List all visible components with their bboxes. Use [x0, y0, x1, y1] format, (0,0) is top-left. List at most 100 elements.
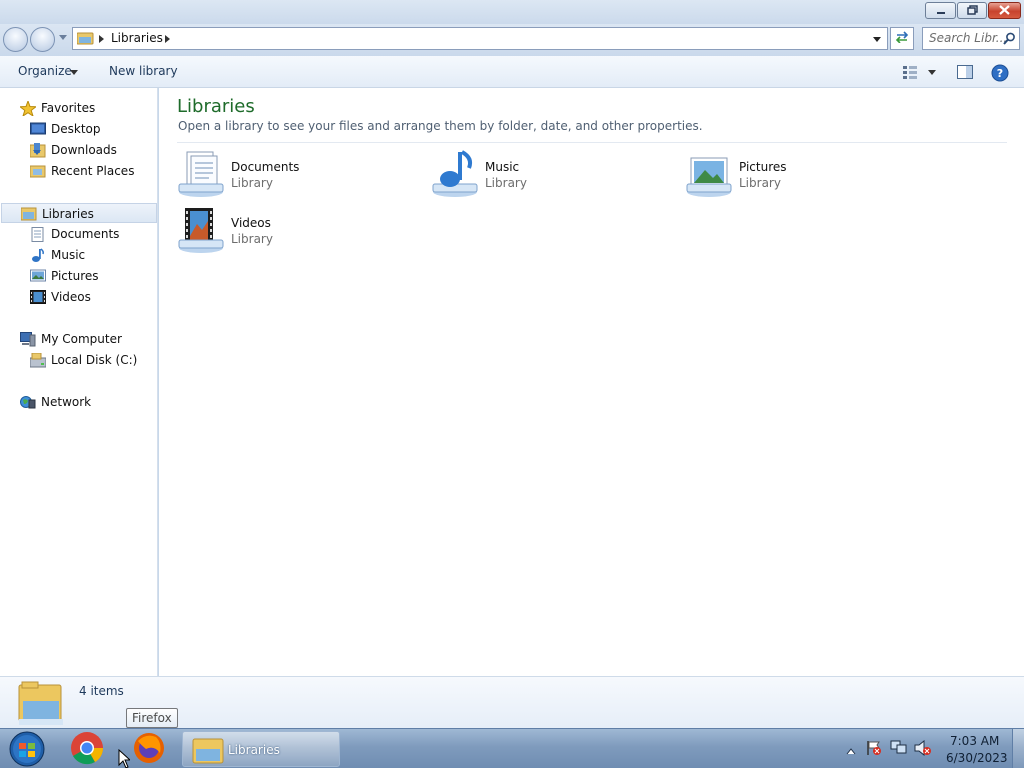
search-icon[interactable] — [1003, 32, 1016, 48]
recent-places-icon — [29, 164, 46, 181]
sidebar-label: My Computer — [41, 332, 122, 346]
svg-text:?: ? — [997, 67, 1003, 80]
pictures-icon — [30, 269, 46, 286]
sidebar-label: Favorites — [41, 101, 96, 115]
videos-library-icon — [177, 206, 225, 254]
close-icon — [999, 4, 1010, 18]
sidebar-label: Videos — [51, 290, 91, 304]
breadcrumb-libraries[interactable]: Libraries — [111, 31, 163, 45]
address-history-dropdown-icon[interactable] — [873, 37, 881, 42]
organize-button[interactable]: Organize — [18, 64, 72, 78]
start-button[interactable] — [8, 730, 46, 768]
sidebar-label: Desktop — [51, 122, 101, 136]
preview-pane-icon[interactable] — [957, 65, 973, 82]
sidebar-item-music[interactable]: Music — [0, 245, 158, 265]
sidebar-label: Network — [41, 395, 92, 409]
sidebar-item-favorites[interactable]: Favorites — [0, 98, 158, 118]
title-bar — [0, 0, 1024, 24]
music-library-icon — [431, 150, 479, 198]
libraries-folder-icon — [76, 31, 94, 45]
network-status-icon[interactable] — [890, 740, 908, 759]
library-tile-music[interactable]: Music Library — [431, 150, 651, 204]
chrome-icon[interactable] — [70, 731, 104, 768]
search-box[interactable]: Search Libr... — [922, 27, 1020, 50]
videos-icon — [30, 290, 46, 307]
sidebar-item-pictures[interactable]: Pictures — [0, 266, 158, 286]
downloads-icon — [29, 143, 46, 161]
hard-disk-icon — [29, 352, 47, 371]
new-library-button[interactable]: New library — [109, 64, 178, 78]
page-subtitle: Open a library to see your files and arr… — [178, 119, 703, 133]
navigation-bar: Libraries Search Libr... — [0, 24, 1024, 56]
library-type: Library — [231, 232, 273, 246]
divider — [177, 142, 1007, 143]
sidebar-item-my-computer[interactable]: My Computer — [0, 329, 158, 349]
change-view-icon[interactable] — [902, 65, 918, 82]
library-name: Documents — [231, 160, 300, 174]
sidebar-item-desktop[interactable]: Desktop — [0, 119, 158, 139]
refresh-button[interactable] — [890, 27, 914, 50]
sidebar-item-libraries[interactable]: Libraries — [1, 203, 157, 223]
sidebar-label: Downloads — [51, 143, 117, 157]
taskbar-tooltip: Firefox — [126, 708, 178, 728]
clock-time[interactable]: 7:03 AM — [950, 734, 999, 748]
show-hidden-icons-icon[interactable] — [846, 744, 856, 758]
recent-pages-dropdown-icon[interactable] — [59, 35, 67, 40]
view-options-dropdown-icon[interactable] — [928, 70, 936, 75]
breadcrumb-chevron-icon[interactable] — [165, 35, 170, 43]
library-tile-videos[interactable]: Videos Library — [177, 206, 397, 260]
volume-muted-icon[interactable] — [914, 739, 932, 759]
organize-dropdown-icon[interactable] — [70, 70, 78, 75]
sidebar-item-downloads[interactable]: Downloads — [0, 140, 158, 160]
library-name: Videos — [231, 216, 271, 230]
sidebar-item-recent-places[interactable]: Recent Places — [0, 161, 158, 181]
library-name: Music — [485, 160, 520, 174]
close-button[interactable] — [988, 2, 1021, 19]
library-content-pane: Libraries Open a library to see your fil… — [159, 88, 1024, 676]
libraries-folder-icon — [192, 735, 224, 768]
item-count: 4 items — [79, 684, 124, 698]
favorites-star-icon — [18, 99, 38, 119]
taskbar-window-libraries[interactable]: Libraries — [182, 731, 340, 767]
taskbar: Libraries 7:03 AM 6/30/2023 — [0, 728, 1024, 768]
sidebar-item-documents[interactable]: Documents — [0, 224, 158, 244]
sidebar-item-network[interactable]: Network — [0, 392, 158, 412]
sidebar-label: Pictures — [51, 269, 99, 283]
documents-library-icon — [177, 150, 225, 198]
network-icon — [20, 395, 36, 413]
library-type: Library — [231, 176, 273, 190]
action-center-flag-icon[interactable] — [866, 740, 882, 759]
library-tile-pictures[interactable]: Pictures Library — [685, 150, 905, 204]
page-title: Libraries — [177, 96, 255, 117]
search-placeholder[interactable]: Search Libr... — [929, 31, 1007, 45]
sidebar-label: Documents — [51, 227, 120, 241]
mouse-cursor-icon — [118, 748, 132, 768]
command-bar: Organize New library ? — [0, 56, 1024, 88]
help-icon[interactable]: ? — [991, 64, 1009, 85]
show-desktop-button[interactable] — [1012, 729, 1024, 768]
navigation-pane: Favorites Desktop Downloads Recent Place… — [0, 88, 158, 676]
restore-button[interactable] — [957, 2, 987, 19]
forward-button[interactable] — [30, 27, 55, 52]
clock-date[interactable]: 6/30/2023 — [946, 751, 1008, 765]
breadcrumb-chevron-icon[interactable] — [99, 35, 104, 43]
sidebar-item-local-disk[interactable]: Local Disk (C:) — [0, 350, 158, 370]
back-button[interactable] — [3, 27, 28, 52]
pictures-library-icon — [685, 150, 733, 198]
library-type: Library — [739, 176, 781, 190]
library-name: Pictures — [739, 160, 787, 174]
sidebar-item-videos[interactable]: Videos — [0, 287, 158, 307]
taskbar-window-label: Libraries — [228, 743, 280, 757]
library-type: Library — [485, 176, 527, 190]
music-icon — [30, 248, 46, 266]
minimize-button[interactable] — [925, 2, 956, 19]
libraries-icon — [20, 207, 37, 224]
minimize-icon — [936, 4, 946, 18]
address-bar[interactable]: Libraries — [72, 27, 888, 50]
firefox-icon[interactable] — [132, 731, 166, 768]
sidebar-label: Libraries — [42, 207, 94, 221]
documents-icon — [30, 227, 46, 245]
sidebar-label: Local Disk (C:) — [51, 353, 138, 367]
library-tile-documents[interactable]: Documents Library — [177, 150, 397, 204]
libraries-large-icon — [18, 681, 64, 728]
